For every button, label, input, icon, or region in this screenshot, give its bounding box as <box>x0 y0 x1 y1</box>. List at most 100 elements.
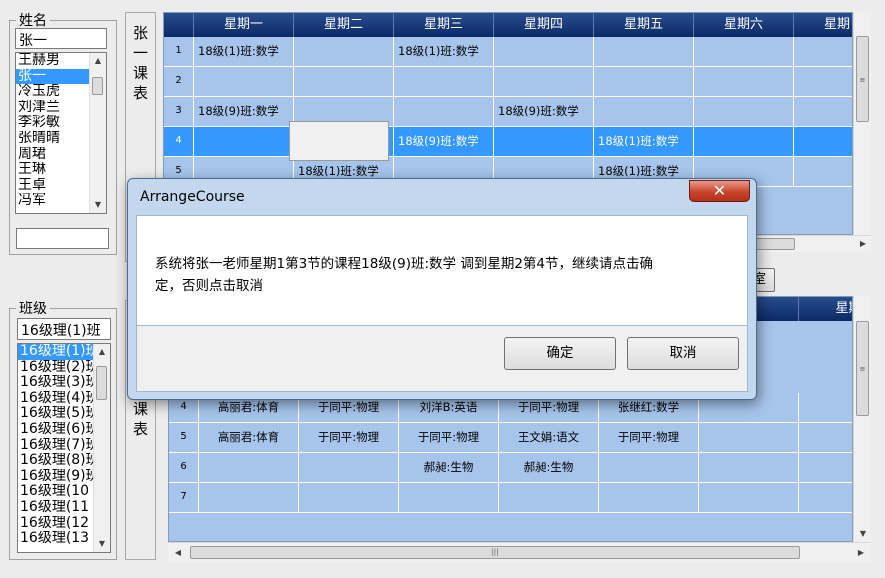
schedule-cell[interactable] <box>494 37 594 67</box>
schedule-cell[interactable]: 18级(9)班:数学 <box>494 97 594 127</box>
schedule-cell[interactable] <box>394 67 494 97</box>
dialog-body: 系统将张一老师星期1第3节的课程18级(9)班:数学 调到星期2第4节，继续请点… <box>136 215 748 326</box>
schedule-cell[interactable]: 王文娟:语文 <box>499 423 599 453</box>
schedule-cell[interactable] <box>794 157 852 187</box>
tab-char: 张 <box>132 24 148 42</box>
scroll-right-arrow-icon[interactable]: ▶ <box>855 236 871 252</box>
schedule-cell[interactable]: 高丽君:体育 <box>199 423 299 453</box>
schedule-cell[interactable]: 18级(1)班:数学 <box>394 37 494 67</box>
scroll-thumb[interactable] <box>96 366 107 400</box>
schedule-cell[interactable] <box>794 127 852 157</box>
schedule-cell[interactable] <box>594 37 694 67</box>
teacher-grid-vscroll[interactable]: ≡ <box>853 12 871 235</box>
row-header[interactable]: 2 <box>164 67 194 97</box>
dialog-title: ArrangeCourse <box>140 189 245 205</box>
scroll-down-arrow-icon[interactable]: ▼ <box>854 529 872 538</box>
scroll-thumb[interactable] <box>92 77 103 95</box>
teacher-search-input[interactable] <box>16 228 109 249</box>
column-header[interactable]: 星期一 <box>194 13 294 37</box>
scroll-thumb[interactable]: ≡ <box>856 36 869 122</box>
schedule-cell[interactable] <box>699 423 799 453</box>
schedule-cell[interactable] <box>794 97 852 127</box>
tab-char: 表 <box>132 84 148 102</box>
schedule-cell[interactable] <box>694 67 794 97</box>
schedule-cell[interactable] <box>799 423 852 453</box>
column-header[interactable]: 星期五 <box>594 13 694 37</box>
scroll-up-arrow-icon[interactable]: ▲ <box>94 344 110 360</box>
schedule-cell[interactable]: 18级(1)班:数学 <box>194 37 294 67</box>
teacher-name-list[interactable]: 王赫男 张一 冷玉虎 刘津兰 李彩敏 张晴晴 周珺 王琳 王卓 冯军 ▲ ▼ <box>15 52 107 214</box>
class-list[interactable]: 16级理(1)班 16级理(2)班 16级理(3)班 16级理(4)班 16级理(5)班… <box>17 343 111 553</box>
schedule-cell[interactable]: 于同平:物理 <box>399 423 499 453</box>
schedule-cell[interactable]: 郝昶:生物 <box>399 453 499 483</box>
schedule-cell[interactable] <box>594 97 694 127</box>
scroll-thumb[interactable]: ||| <box>190 546 800 559</box>
schedule-cell[interactable] <box>399 483 499 513</box>
schedule-cell[interactable]: 于同平:物理 <box>299 423 399 453</box>
teacher-list-scrollbar[interactable]: ▲ ▼ <box>89 53 106 213</box>
schedule-cell[interactable] <box>294 67 394 97</box>
ok-button[interactable]: 确定 <box>504 337 616 370</box>
schedule-cell[interactable] <box>594 67 694 97</box>
schedule-cell[interactable] <box>694 97 794 127</box>
column-header[interactable]: 星期六 <box>694 13 794 37</box>
schedule-cell[interactable]: 18级(9)班:数学 <box>394 127 494 157</box>
class-input[interactable]: 16级理(1)班 <box>17 318 111 340</box>
scroll-down-arrow-icon[interactable]: ▼ <box>90 197 106 213</box>
scroll-down-arrow-icon[interactable]: ▼ <box>94 536 110 552</box>
confirm-dialog: ArrangeCourse ✕ 系统将张一老师星期1第3节的课程18级(9)班:… <box>127 178 757 400</box>
column-header[interactable]: 星期二 <box>294 13 394 37</box>
schedule-cell[interactable]: 郝昶:生物 <box>499 453 599 483</box>
schedule-cell[interactable] <box>494 127 594 157</box>
schedule-cell[interactable]: 18级(1)班:数学 <box>594 127 694 157</box>
column-header[interactable]: 星期日 <box>794 13 852 37</box>
row-header[interactable]: 5 <box>169 423 199 453</box>
scroll-right-arrow-icon[interactable]: ▶ <box>853 545 869 561</box>
row-header[interactable]: 6 <box>169 453 199 483</box>
scroll-left-arrow-icon[interactable]: ◀ <box>170 545 186 561</box>
column-header[interactable]: 星期四 <box>494 13 594 37</box>
class-grid-vscroll[interactable]: ≡ ▼ <box>853 296 871 542</box>
schedule-cell[interactable] <box>494 67 594 97</box>
column-header[interactable]: 星期 <box>799 297 852 321</box>
close-icon: ✕ <box>712 181 727 200</box>
schedule-cell[interactable] <box>394 97 494 127</box>
schedule-cell[interactable] <box>194 127 294 157</box>
schedule-cell[interactable] <box>799 453 852 483</box>
schedule-cell[interactable] <box>799 483 852 513</box>
schedule-cell[interactable]: 于同平:物理 <box>599 423 699 453</box>
schedule-cell[interactable]: 18级(9)班:数学 <box>194 97 294 127</box>
schedule-cell[interactable] <box>799 393 852 423</box>
class-list-scrollbar[interactable]: ▲ ▼ <box>93 344 110 552</box>
grid-corner <box>164 13 194 37</box>
row-header[interactable]: 1 <box>164 37 194 67</box>
schedule-cell[interactable] <box>199 453 299 483</box>
row-header[interactable]: 4 <box>164 127 194 157</box>
schedule-cell[interactable] <box>694 37 794 67</box>
schedule-cell[interactable] <box>699 483 799 513</box>
schedule-cell[interactable] <box>599 483 699 513</box>
schedule-cell[interactable] <box>299 483 399 513</box>
row-header[interactable]: 3 <box>164 97 194 127</box>
close-button[interactable]: ✕ <box>689 180 750 202</box>
row-header[interactable]: 7 <box>169 483 199 513</box>
schedule-cell[interactable] <box>499 483 599 513</box>
schedule-cell[interactable] <box>199 483 299 513</box>
cancel-button[interactable]: 取消 <box>627 337 739 370</box>
schedule-cell[interactable] <box>794 37 852 67</box>
schedule-cell[interactable] <box>694 127 794 157</box>
schedule-cell[interactable] <box>294 37 394 67</box>
dialog-message: 系统将张一老师星期1第3节的课程18级(9)班:数学 调到星期2第4节，继续请点… <box>155 253 735 297</box>
teacher-name-input[interactable]: 张一 <box>15 28 107 49</box>
schedule-cell[interactable] <box>699 453 799 483</box>
scroll-up-arrow-icon[interactable]: ▲ <box>90 53 106 69</box>
tab-char: 课 <box>132 400 148 418</box>
column-header[interactable]: 星期三 <box>394 13 494 37</box>
class-legend: 班级 <box>19 301 47 317</box>
schedule-cell[interactable] <box>194 67 294 97</box>
schedule-cell[interactable] <box>599 453 699 483</box>
schedule-cell[interactable] <box>299 453 399 483</box>
scroll-thumb[interactable]: ≡ <box>856 321 869 416</box>
schedule-cell[interactable] <box>794 67 852 97</box>
class-grid-hscroll[interactable]: ◀ ||| ▶ <box>168 542 871 562</box>
